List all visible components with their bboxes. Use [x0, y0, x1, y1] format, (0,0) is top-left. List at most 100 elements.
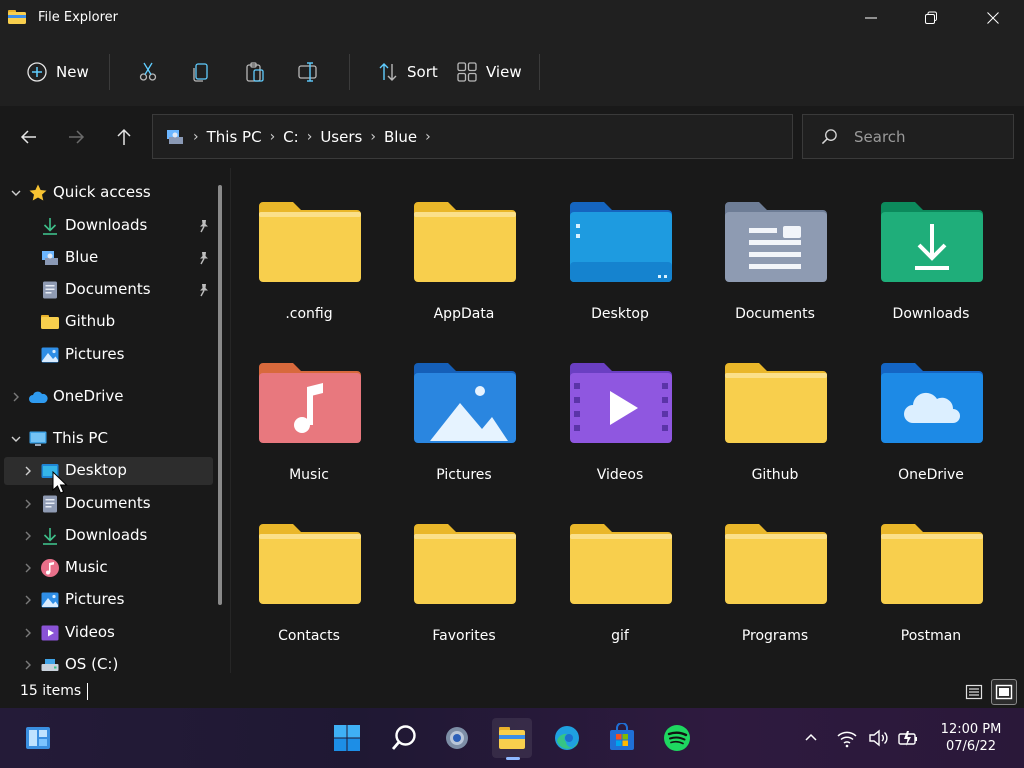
taskbar-file-explorer-button[interactable]	[492, 718, 532, 758]
breadcrumb-blue[interactable]: Blue	[384, 128, 417, 146]
taskbar-spotify-button[interactable]	[657, 718, 697, 758]
start-icon	[334, 725, 360, 751]
folder-item[interactable]: Favorites	[394, 496, 534, 646]
taskbar-edge-button[interactable]	[547, 718, 587, 758]
sidebar-item-blue[interactable]: Blue	[4, 244, 213, 272]
restore-button[interactable]	[900, 0, 962, 36]
sidebar-item-label: Downloads	[65, 526, 148, 544]
sidebar-item-downloads-quick[interactable]: Downloads	[4, 212, 213, 240]
folder-item[interactable]: Contacts	[239, 496, 379, 646]
chevron-right-icon[interactable]	[22, 562, 34, 574]
search-input[interactable]	[854, 127, 1004, 146]
folder-item[interactable]: gif	[550, 496, 690, 646]
folder-icon	[414, 202, 516, 282]
folder-item[interactable]: .config	[239, 174, 379, 324]
chevron-right-icon[interactable]	[22, 530, 34, 542]
music-folder-icon	[259, 363, 361, 443]
cut-button[interactable]	[137, 55, 159, 89]
widgets-button[interactable]	[18, 718, 58, 758]
back-button[interactable]	[14, 122, 44, 152]
sidebar-item-label: Documents	[65, 280, 151, 298]
sidebar-item-this-pc[interactable]: This PC	[4, 425, 213, 453]
forward-button[interactable]	[61, 122, 91, 152]
folder-item[interactable]: OneDrive	[861, 335, 1001, 485]
minimize-button[interactable]	[840, 0, 902, 36]
paste-button[interactable]	[244, 55, 266, 89]
pin-icon[interactable]	[197, 251, 211, 265]
view-button[interactable]: View	[456, 55, 522, 89]
clock[interactable]: 12:00 PM 07/6/22	[930, 721, 1012, 755]
sidebar-item-music[interactable]: Music	[4, 554, 213, 582]
volume-button[interactable]	[866, 726, 890, 750]
chevron-right-icon[interactable]: ›	[370, 129, 376, 145]
rename-button[interactable]	[297, 55, 319, 89]
breadcrumb-c-drive[interactable]: C:	[283, 128, 299, 146]
sidebar-scrollbar[interactable]	[218, 185, 222, 605]
breadcrumb-this-pc[interactable]: This PC	[207, 128, 262, 146]
toolbar-divider	[109, 54, 110, 90]
pane-divider[interactable]	[230, 168, 231, 673]
taskbar-search-button[interactable]	[384, 718, 424, 758]
breadcrumb-users[interactable]: Users	[320, 128, 362, 146]
active-app-indicator	[506, 757, 520, 760]
show-hidden-icons-button[interactable]	[799, 726, 823, 750]
folder-item[interactable]: Documents	[705, 174, 845, 324]
sidebar-item-pictures[interactable]: Pictures	[4, 586, 213, 614]
chevron-right-icon[interactable]: ›	[270, 129, 276, 145]
pin-icon[interactable]	[197, 283, 211, 297]
folder-name: Documents	[735, 306, 815, 322]
folder-item[interactable]: Programs	[705, 496, 845, 646]
sidebar-item-documents-quick[interactable]: Documents	[4, 276, 213, 304]
chevron-right-icon[interactable]	[22, 659, 34, 671]
taskbar-settings-button[interactable]	[437, 718, 477, 758]
item-count: 15 items	[20, 683, 82, 699]
chevron-right-icon[interactable]: ›	[425, 129, 431, 145]
up-button[interactable]	[109, 122, 139, 152]
sidebar-item-desktop[interactable]: Desktop	[4, 457, 213, 485]
close-button[interactable]	[962, 0, 1024, 36]
copy-button[interactable]	[190, 55, 212, 89]
folder-item[interactable]: AppData	[394, 174, 534, 324]
new-button[interactable]: New	[26, 55, 89, 89]
folder-name: gif	[611, 628, 629, 644]
folder-item[interactable]: Downloads	[861, 174, 1001, 324]
search-box[interactable]	[802, 114, 1014, 159]
chevron-right-icon[interactable]	[22, 498, 34, 510]
sidebar-item-pictures-quick[interactable]: Pictures	[4, 341, 213, 369]
large-icons-view-button[interactable]	[991, 679, 1017, 705]
list-view-icon	[965, 684, 983, 700]
chevron-right-icon[interactable]	[10, 391, 22, 403]
taskbar-store-button[interactable]	[602, 718, 642, 758]
folder-item[interactable]: Postman	[861, 496, 1001, 646]
chevron-down-icon[interactable]	[10, 433, 22, 445]
sidebar-item-downloads[interactable]: Downloads	[4, 522, 213, 550]
chevron-right-icon[interactable]	[22, 627, 34, 639]
sidebar-item-label: OS (C:)	[65, 655, 119, 673]
start-button[interactable]	[327, 718, 367, 758]
sidebar-item-github[interactable]: Github	[4, 308, 213, 336]
folder-item[interactable]: Pictures	[394, 335, 534, 485]
chevron-right-icon[interactable]: ›	[307, 129, 313, 145]
sidebar-item-videos[interactable]: Videos	[4, 619, 213, 647]
sidebar-item-onedrive[interactable]: OneDrive	[4, 383, 213, 411]
chevron-right-icon[interactable]	[22, 465, 34, 477]
sort-button[interactable]: Sort	[377, 55, 438, 89]
folder-item[interactable]: Videos	[550, 335, 690, 485]
chevron-down-icon[interactable]	[10, 187, 22, 199]
battery-button[interactable]	[896, 726, 920, 750]
folder-item[interactable]: Desktop	[550, 174, 690, 324]
network-button[interactable]	[835, 726, 859, 750]
sidebar-item-documents[interactable]: Documents	[4, 490, 213, 518]
details-view-button[interactable]	[961, 679, 987, 705]
folder-item[interactable]: Music	[239, 335, 379, 485]
widgets-icon	[26, 727, 50, 749]
folder-item[interactable]: Github	[705, 335, 845, 485]
pin-icon[interactable]	[197, 219, 211, 233]
address-bar[interactable]: › This PC › C: › Users › Blue ›	[152, 114, 793, 159]
title-bar[interactable]: File Explorer	[0, 0, 1024, 36]
sidebar-quick-access[interactable]: Quick access	[4, 179, 213, 207]
navigation-row: › This PC › C: › Users › Blue ›	[0, 106, 1024, 168]
toolbar-divider	[349, 54, 350, 90]
chevron-right-icon[interactable]	[22, 594, 34, 606]
sort-button-label: Sort	[407, 63, 438, 81]
